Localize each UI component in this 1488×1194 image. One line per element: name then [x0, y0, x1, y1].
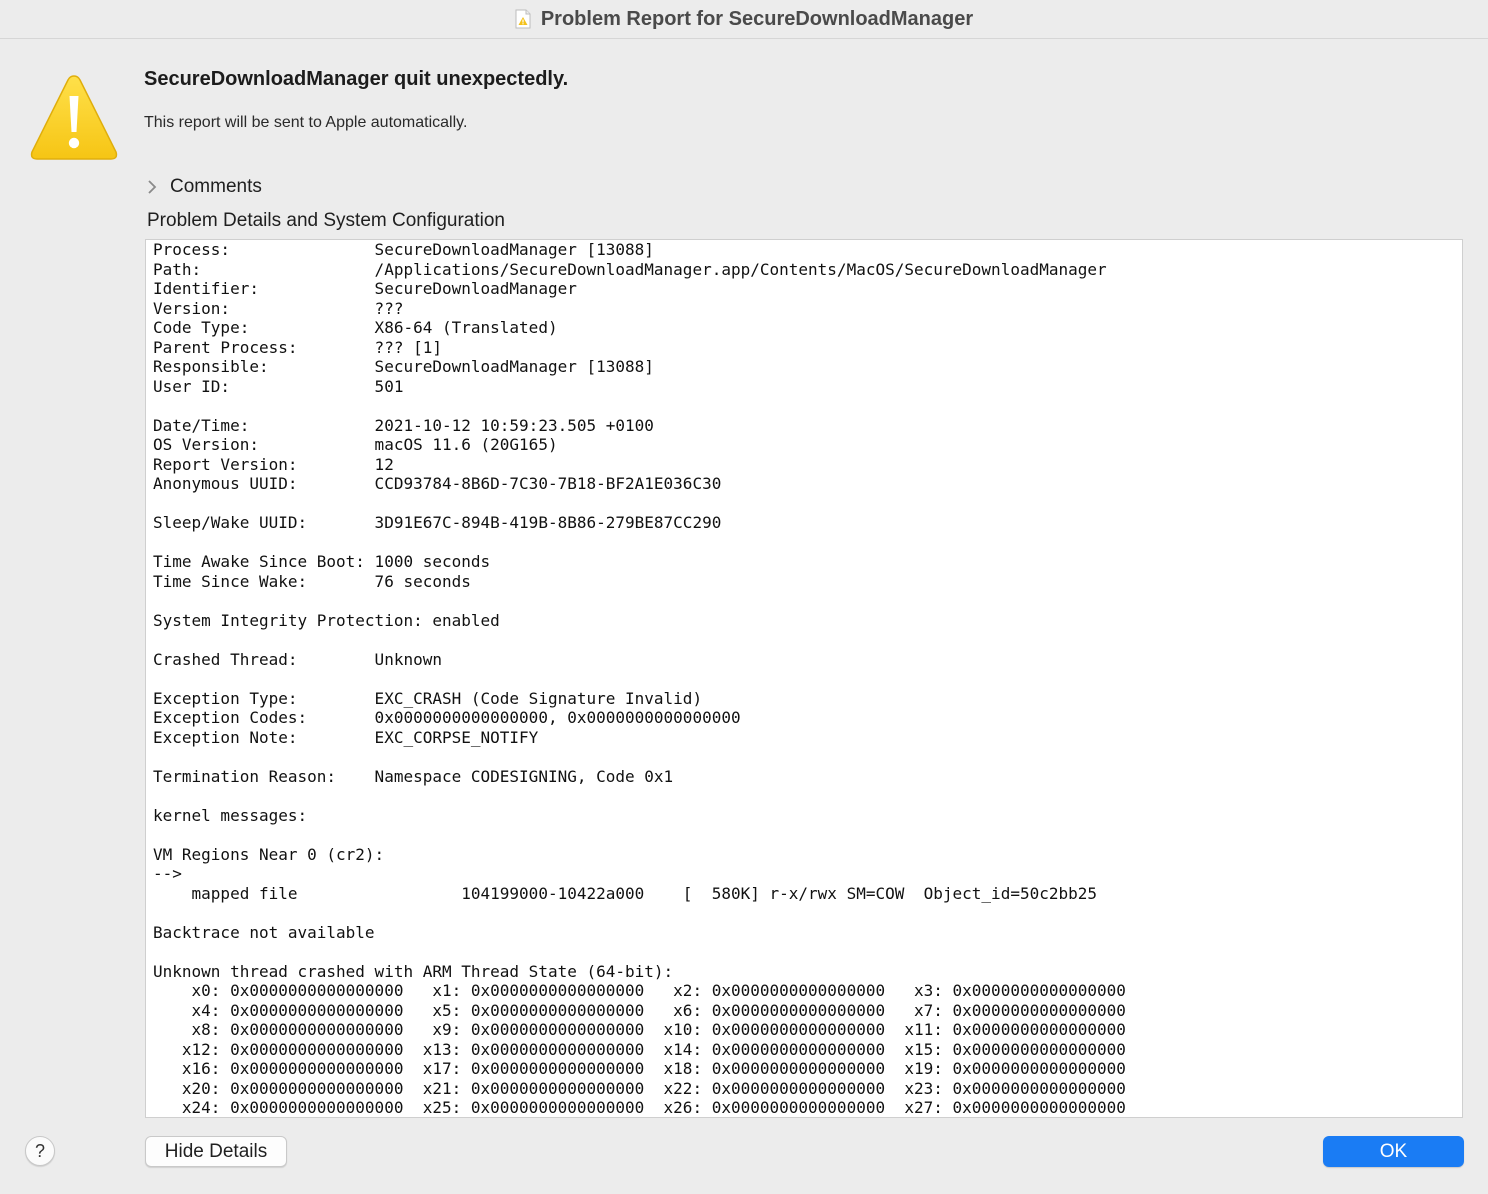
warning-triangle-icon [30, 75, 118, 160]
alert-headline: SecureDownloadManager quit unexpectedly. [144, 68, 569, 90]
window-titlebar: Problem Report for SecureDownloadManager [0, 0, 1488, 39]
problem-details-text: Process: SecureDownloadManager [13088] P… [153, 240, 1126, 1117]
title-wrap: Problem Report for SecureDownloadManager [515, 8, 973, 31]
ok-button[interactable]: OK [1323, 1136, 1464, 1167]
alert-subline: This report will be sent to Apple automa… [144, 114, 468, 131]
comments-disclosure[interactable]: Comments [146, 176, 262, 198]
details-heading: Problem Details and System Configuration [147, 210, 506, 231]
chevron-right-icon [148, 180, 157, 194]
problem-details-textarea[interactable]: Process: SecureDownloadManager [13088] P… [145, 239, 1463, 1118]
window-title: Problem Report for SecureDownloadManager [540, 7, 974, 30]
comments-label: Comments [170, 176, 262, 197]
hide-details-button[interactable]: Hide Details [145, 1136, 287, 1167]
document-warning-icon [515, 9, 531, 29]
help-button[interactable]: ? [25, 1136, 55, 1166]
